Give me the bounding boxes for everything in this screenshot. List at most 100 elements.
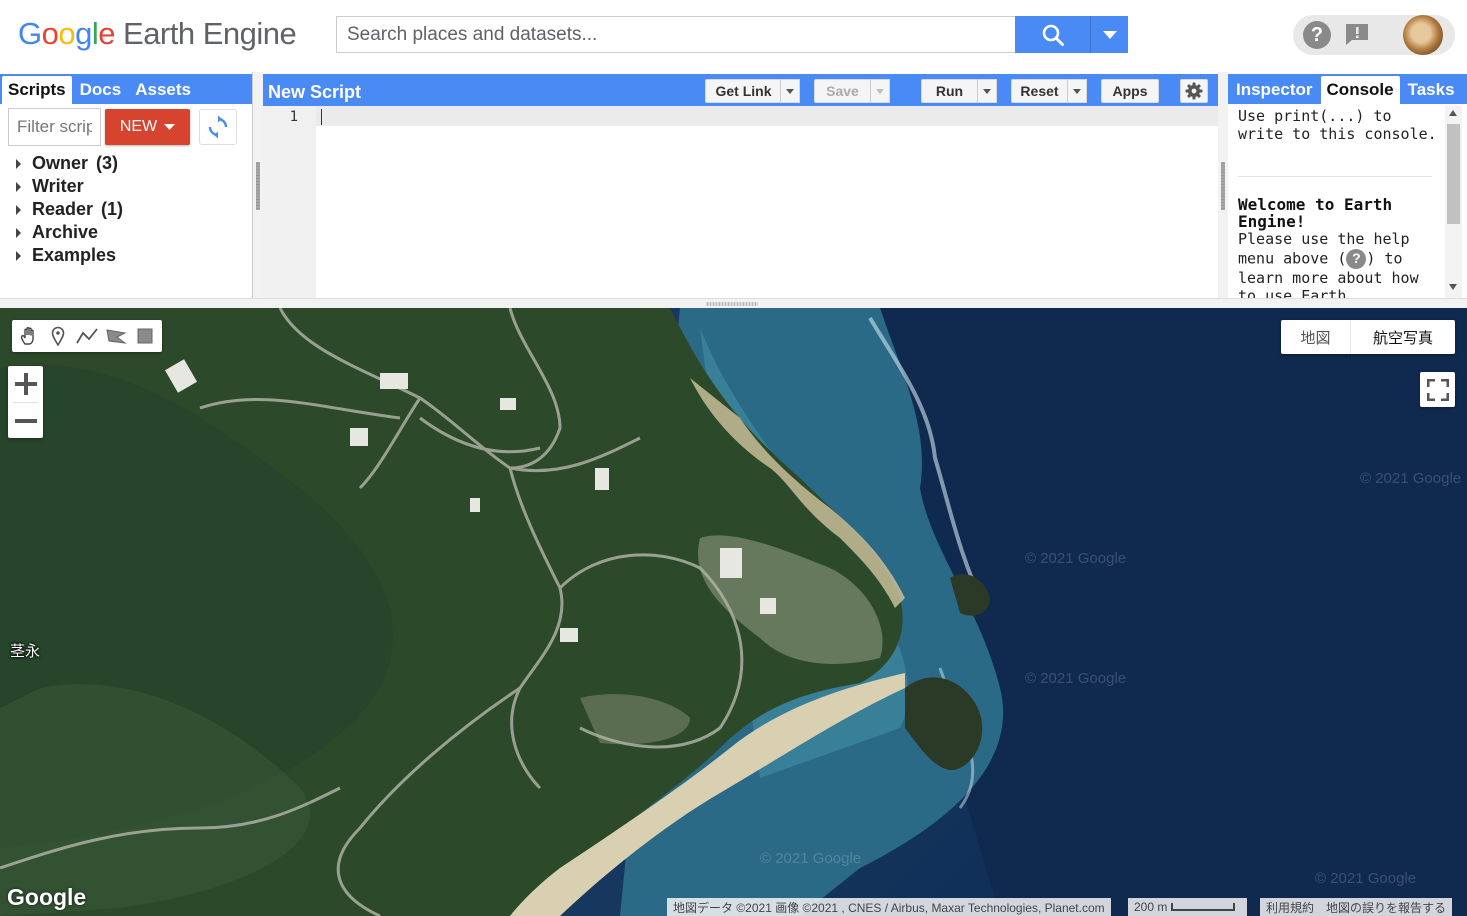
avatar[interactable] (1403, 15, 1443, 55)
scale-bar (1171, 903, 1236, 911)
grip-handle[interactable] (256, 162, 260, 210)
dropdown-arrow-icon (1102, 30, 1117, 39)
app-logo[interactable]: Google Earth Engine (18, 16, 297, 52)
help-icon: ? (1346, 248, 1367, 269)
caret-right-icon[interactable] (16, 181, 21, 192)
script-tree: Owner (3) Writer Reader (1) Archive Exampl… (16, 152, 123, 267)
tab-tasks[interactable]: Tasks (1402, 76, 1461, 104)
help-message: Please use the help menu above (?) to le… (1238, 230, 1419, 298)
map-view[interactable]: © 2021 Google © 2021 Google © 2021 Googl… (0, 308, 1467, 916)
tree-item-archive[interactable]: Archive (16, 221, 123, 244)
help-icon[interactable]: ? (1303, 21, 1331, 49)
search-button[interactable] (1015, 16, 1090, 53)
hand-icon[interactable] (16, 323, 42, 349)
map-watermark: © 2021 Google (1315, 870, 1417, 887)
run-dropdown[interactable] (977, 79, 997, 103)
scripts-panel: Scripts Docs Assets NEW Owner(3) Writer … (0, 72, 253, 298)
text-cursor (321, 109, 322, 125)
code-line[interactable] (316, 106, 1218, 126)
map-attribution: 地図データ ©2021 画像 ©2021 , CNES / Airbus, Ma… (667, 898, 1111, 916)
map-links: 利用規約 地図の誤りを報告する (1260, 898, 1453, 916)
tree-item-owner[interactable]: Owner (3) (16, 152, 123, 175)
line-gutter: 1 (263, 106, 316, 298)
apps-button[interactable]: Apps (1101, 79, 1159, 103)
line-icon[interactable] (74, 323, 100, 349)
tree-item-reader[interactable]: Reader (1) (16, 198, 123, 221)
tab-docs[interactable]: Docs (74, 76, 128, 104)
caret-right-icon[interactable] (16, 227, 21, 238)
product-name: Earth Engine (123, 16, 297, 51)
search-icon (1042, 24, 1064, 46)
scale-label: 200 m (1134, 900, 1168, 914)
map-watermark: © 2021 Google (760, 850, 862, 867)
map-watermark: © 2021 Google (1025, 550, 1127, 567)
polygon-icon[interactable] (103, 323, 129, 349)
fullscreen-icon (1426, 378, 1449, 401)
satellite-imagery (0, 308, 1467, 916)
right-splitter[interactable] (1218, 72, 1228, 298)
left-tabbar: Scripts Docs Assets (0, 74, 252, 104)
dropdown-arrow-icon (164, 124, 176, 130)
top-header: GoogleEarth Engine ? (0, 0, 1467, 72)
get-link-dropdown[interactable] (780, 79, 800, 103)
settings-button[interactable] (1180, 79, 1208, 103)
line-number: 1 (289, 109, 298, 125)
refresh-button[interactable] (199, 109, 237, 145)
report-error-link[interactable]: 地図の誤りを報告する (1326, 899, 1446, 916)
console-panel: Inspector Console Tasks Use print(...) t… (1228, 72, 1467, 298)
save-button[interactable]: Save (814, 79, 871, 103)
map-type-map-button[interactable]: 地図 (1281, 320, 1351, 354)
scale-control[interactable]: 200 m (1128, 898, 1247, 916)
code-editor-panel: New Script Get Link Save Run Reset Apps … (263, 72, 1218, 298)
tab-scripts[interactable]: Scripts (2, 76, 72, 104)
run-button[interactable]: Run (921, 79, 978, 103)
tab-inspector[interactable]: Inspector (1230, 76, 1319, 104)
marker-icon[interactable] (45, 323, 71, 349)
drawing-toolbar (12, 320, 162, 352)
tree-item-writer[interactable]: Writer (16, 175, 123, 198)
console-hint: Use print(...) to write to this console. (1238, 107, 1437, 143)
gear-icon (1185, 82, 1203, 100)
caret-right-icon[interactable] (16, 250, 21, 261)
horizontal-splitter[interactable] (0, 298, 1467, 308)
search-input[interactable] (336, 16, 1016, 53)
get-link-button[interactable]: Get Link (705, 79, 782, 103)
filter-scripts-input[interactable] (8, 108, 101, 146)
caret-right-icon[interactable] (16, 158, 21, 169)
welcome-title: Welcome to Earth Engine! (1238, 195, 1393, 231)
google-logo: Google (7, 884, 87, 910)
refresh-icon (208, 115, 228, 139)
new-button-label: NEW (119, 118, 158, 135)
map-watermark: © 2021 Google (1360, 470, 1462, 487)
fullscreen-button[interactable] (1420, 372, 1455, 407)
tab-console[interactable]: Console (1320, 76, 1400, 104)
reset-dropdown[interactable] (1067, 79, 1087, 103)
script-title: New Script (268, 82, 362, 102)
right-tabbar: Inspector Console Tasks (1228, 74, 1467, 104)
zoom-control (8, 366, 43, 438)
caret-right-icon[interactable] (16, 204, 21, 215)
search-options-button[interactable] (1090, 16, 1128, 53)
editor-toolbar: New Script Get Link Save Run Reset Apps (263, 74, 1218, 106)
place-label: 茎永 (10, 643, 41, 660)
feedback-icon[interactable] (1344, 22, 1370, 46)
scroll-down-icon[interactable] (1449, 284, 1457, 290)
map-type-satellite-button[interactable]: 航空写真 (1351, 320, 1455, 354)
zoom-out-icon[interactable] (8, 403, 43, 439)
tab-assets[interactable]: Assets (129, 76, 197, 104)
save-dropdown[interactable] (870, 79, 890, 103)
console-scrollbar[interactable] (1445, 106, 1462, 298)
map-watermark: © 2021 Google (1025, 670, 1127, 687)
divider (1238, 176, 1432, 177)
scroll-thumb[interactable] (1447, 124, 1460, 224)
new-script-button[interactable]: NEW (105, 109, 190, 145)
scroll-up-icon[interactable] (1449, 110, 1457, 116)
tree-item-examples[interactable]: Examples (16, 244, 123, 267)
zoom-in-icon[interactable] (8, 366, 43, 402)
rectangle-icon[interactable] (132, 323, 158, 349)
grip-handle[interactable] (1221, 162, 1225, 210)
reset-button[interactable]: Reset (1011, 79, 1068, 103)
terms-link[interactable]: 利用規約 (1266, 899, 1314, 916)
left-splitter[interactable] (253, 72, 263, 298)
grip-handle[interactable] (706, 302, 758, 306)
